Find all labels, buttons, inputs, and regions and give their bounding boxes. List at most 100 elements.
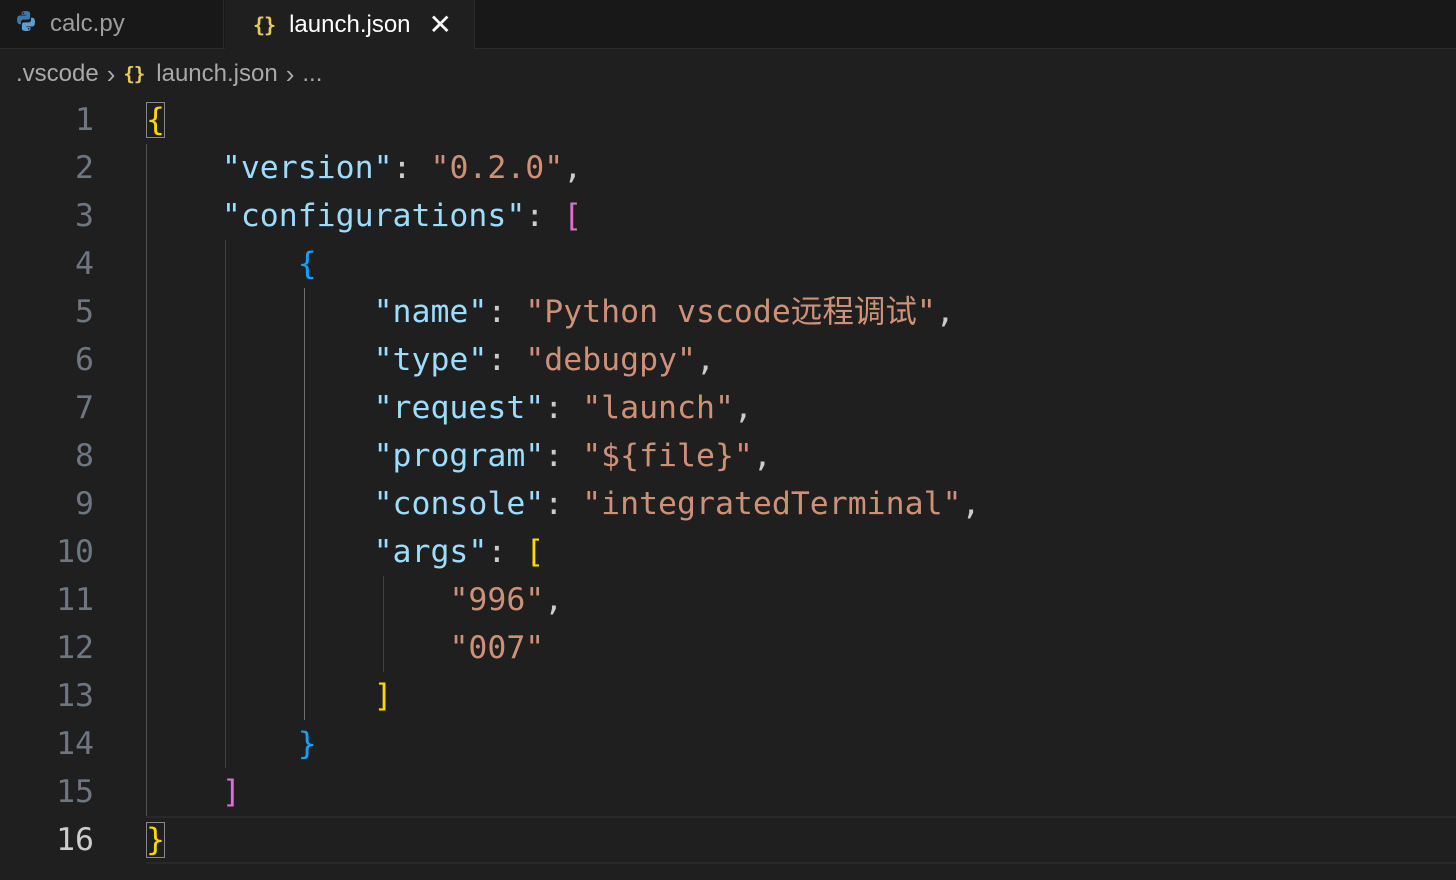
code-line[interactable]: 4 {: [0, 240, 1456, 288]
tab-calc-py[interactable]: calc.py: [0, 0, 224, 48]
tab-label: calc.py: [50, 10, 125, 37]
line-number: 1: [75, 102, 94, 138]
code-line[interactable]: 8 "program": "${file}",: [0, 432, 1456, 480]
chevron-right-icon: ›: [285, 58, 295, 89]
code-editor[interactable]: 1{2 "version": "0.2.0", 3 "configurations…: [0, 96, 1456, 880]
code-text: "996",: [146, 576, 563, 624]
code-text: "program": "${file}",: [146, 432, 772, 480]
tab-launch-json[interactable]: {} launch.json ✕: [225, 0, 475, 49]
code-text: "name": "Python vscode远程调试",: [146, 288, 955, 336]
code-token: :: [487, 534, 526, 570]
code-text: }: [146, 816, 165, 864]
code-token: "args": [373, 534, 488, 570]
code-line[interactable]: 13 ]: [0, 672, 1456, 720]
code-token: :: [544, 486, 583, 522]
code-line[interactable]: 9 "console": "integratedTerminal",: [0, 480, 1456, 528]
code-text: "type": "debugpy",: [146, 336, 715, 384]
line-number: 2: [75, 150, 94, 186]
code-token: {: [146, 102, 165, 138]
json-braces-icon: {}: [123, 63, 145, 85]
line-number: 5: [75, 294, 94, 330]
code-token: "launch": [582, 390, 734, 426]
breadcrumb-folder[interactable]: .vscode: [16, 60, 99, 88]
code-token: ]: [221, 774, 241, 810]
code-line[interactable]: 6 "type": "debugpy",: [0, 336, 1456, 384]
code-token: "996": [449, 582, 545, 618]
code-token: "Python vscode远程调试": [525, 294, 936, 330]
line-number: 3: [75, 198, 94, 234]
code-line[interactable]: 16}: [0, 816, 1456, 864]
code-text: }: [146, 720, 317, 768]
editor-tab-bar: calc.py {} launch.json ✕: [0, 0, 1456, 49]
code-token: "console": [373, 486, 545, 522]
code-text: "request": "launch",: [146, 384, 753, 432]
line-number: 7: [75, 390, 94, 426]
code-line[interactable]: 5 "name": "Python vscode远程调试",: [0, 288, 1456, 336]
code-token: [: [563, 198, 583, 234]
code-token: }: [146, 822, 165, 858]
line-number: 8: [75, 438, 94, 474]
code-token: "integratedTerminal": [582, 486, 962, 522]
code-token: :: [544, 390, 583, 426]
code-text: "args": [: [146, 528, 545, 576]
code-text: "007": [146, 624, 544, 672]
code-token: "program": [373, 438, 545, 474]
breadcrumb-file[interactable]: launch.json: [156, 60, 277, 88]
line-number: 10: [56, 534, 94, 570]
code-token: "007": [449, 630, 545, 666]
tab-label: launch.json: [289, 10, 411, 38]
line-number: 9: [75, 486, 94, 522]
code-line[interactable]: 12 "007": [0, 624, 1456, 672]
breadcrumb-more[interactable]: ...: [302, 60, 322, 88]
code-token: "request": [373, 390, 545, 426]
code-line[interactable]: 11 "996",: [0, 576, 1456, 624]
line-number: 12: [56, 630, 94, 666]
code-token: ,: [696, 342, 715, 378]
json-braces-icon: {}: [253, 12, 276, 37]
code-line[interactable]: 1{: [0, 96, 1456, 144]
code-token: ,: [935, 294, 955, 330]
code-token: "configurations": [221, 198, 526, 234]
line-number: 14: [56, 726, 94, 762]
code-line[interactable]: 3 "configurations": [: [0, 192, 1456, 240]
code-token: [: [525, 534, 545, 570]
code-token: }: [297, 726, 317, 762]
code-token: "version": [221, 150, 393, 186]
line-number: 6: [75, 342, 94, 378]
code-line[interactable]: 7 "request": "launch",: [0, 384, 1456, 432]
code-token: "type": [373, 342, 488, 378]
code-token: ,: [563, 150, 583, 186]
code-line[interactable]: 10 "args": [: [0, 528, 1456, 576]
code-text: "configurations": [: [146, 192, 582, 240]
code-token: ]: [373, 678, 393, 714]
code-token: {: [297, 246, 317, 282]
code-text: {: [146, 96, 165, 144]
code-token: "${file}": [582, 438, 753, 474]
code-token: "name": [373, 294, 488, 330]
breadcrumb: .vscode › {} launch.json › ...: [16, 52, 322, 96]
close-icon[interactable]: ✕: [429, 10, 452, 39]
line-number: 16: [56, 822, 94, 858]
code-token: ,: [733, 390, 753, 426]
code-token: ,: [961, 486, 981, 522]
code-token: "debugpy": [525, 342, 696, 378]
code-line[interactable]: 2 "version": "0.2.0",: [0, 144, 1456, 192]
code-token: "0.2.0": [430, 150, 564, 186]
code-token: :: [487, 342, 526, 378]
line-number: 13: [56, 678, 94, 714]
code-line[interactable]: 15 ]: [0, 768, 1456, 816]
code-token: :: [392, 150, 431, 186]
code-token: ,: [544, 582, 564, 618]
code-line[interactable]: 14 }: [0, 720, 1456, 768]
code-text: "console": "integratedTerminal",: [146, 480, 981, 528]
code-text: "version": "0.2.0",: [146, 144, 582, 192]
code-text: {: [146, 240, 317, 288]
chevron-right-icon: ›: [106, 58, 116, 89]
